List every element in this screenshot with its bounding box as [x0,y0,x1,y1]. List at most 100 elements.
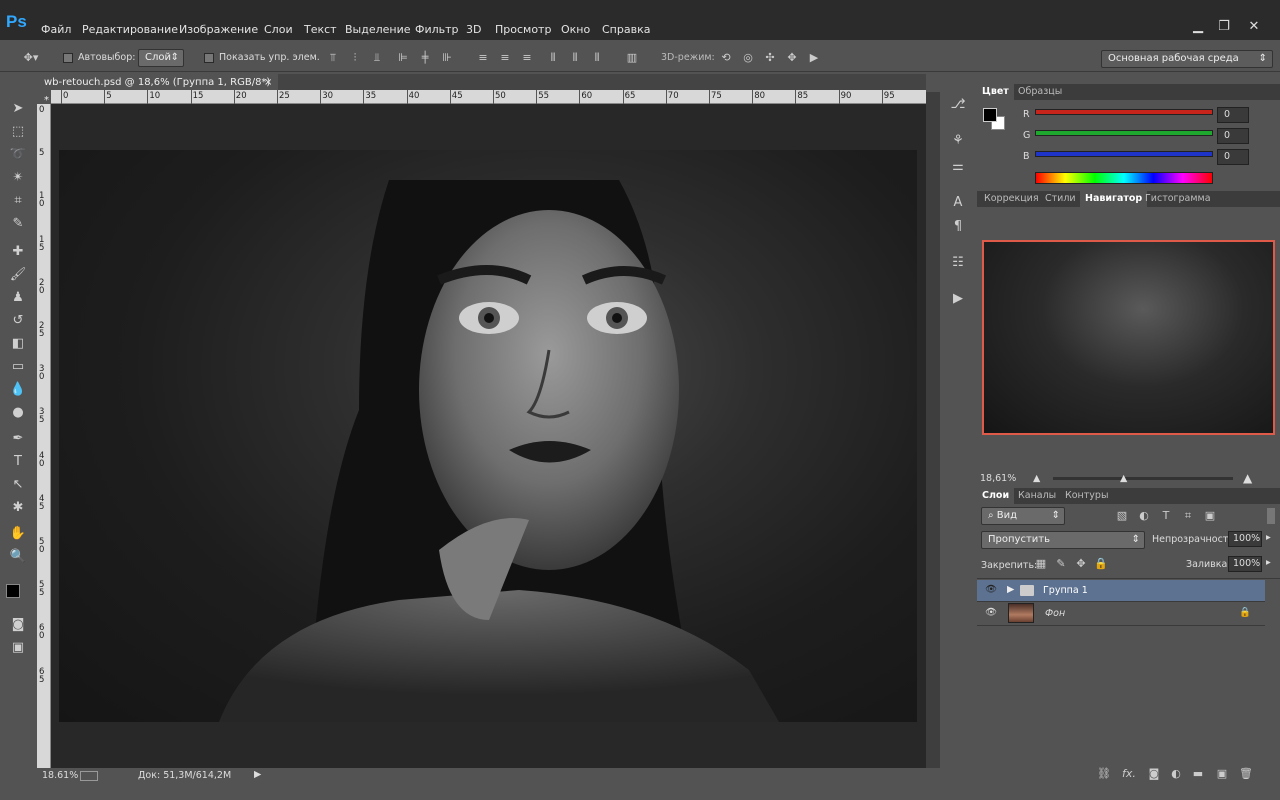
distribute-left-icon[interactable]: ⦀ [546,50,560,66]
menu-image[interactable]: Изображение [179,23,258,36]
tab-adjustments[interactable]: Коррекция [979,191,1044,207]
layer-row-group1[interactable]: 👁 ▶ Группа 1 [977,580,1265,602]
tab-color[interactable]: Цвет [977,84,1014,100]
3d-slide-icon[interactable]: ✥ [784,50,800,66]
filter-adjustment-icon[interactable]: ◐ [1137,508,1151,524]
opacity-slider-arrow-icon[interactable]: ▸ [1266,532,1271,543]
marquee-tool-icon[interactable]: ⬚ [9,123,27,141]
opacity-input[interactable]: 100% [1228,531,1262,547]
status-preview-icon[interactable] [80,771,98,781]
align-bottom-icon[interactable]: ⫫ [370,50,384,66]
character-panel-icon[interactable]: A [949,194,967,212]
menu-window[interactable]: Окно [561,23,590,36]
autoselect-checkbox[interactable] [63,53,73,63]
align-hcenter-icon[interactable]: ╪ [418,50,432,66]
status-menu-arrow-icon[interactable]: ▶ [254,769,261,780]
fill-input[interactable]: 100% [1228,556,1262,572]
channel-g-slider[interactable] [1035,130,1213,136]
actions-panel-icon[interactable]: ▶ [949,290,967,308]
distribute-hcenter-icon[interactable]: ⦀ [568,50,582,66]
menu-3d[interactable]: 3D [466,23,481,36]
status-zoom[interactable]: 18.61% [42,770,78,781]
lock-pixels-icon[interactable]: ✎ [1054,556,1068,572]
history-panel-icon[interactable]: ⎇ [949,96,967,114]
menu-filter[interactable]: Фильтр [415,23,459,36]
blend-mode-select[interactable]: Пропустить ⇕ [981,531,1145,549]
gradient-tool-icon[interactable]: ▭ [9,358,27,376]
layer-filter-select[interactable]: ⌕ Вид ⇕ [981,507,1065,525]
lock-transparency-icon[interactable]: ▦ [1034,556,1048,572]
disclosure-arrow-icon[interactable]: ▶ [1007,584,1014,595]
layer-comps-icon[interactable]: ☷ [949,254,967,272]
filter-toggle[interactable] [1267,508,1275,524]
tab-swatches[interactable]: Образцы [1013,84,1067,100]
brush-presets-icon[interactable]: ⚘ [949,132,967,150]
filter-shape-icon[interactable]: ⌗ [1181,508,1195,524]
healing-tool-icon[interactable]: ✚ [9,243,27,261]
menu-help[interactable]: Справка [602,23,650,36]
fill-slider-arrow-icon[interactable]: ▸ [1266,557,1271,568]
visibility-eye-icon[interactable]: 👁 [985,607,997,618]
shape-tool-icon[interactable]: ✱ [9,499,27,517]
filter-pixel-icon[interactable]: ▧ [1115,508,1129,524]
stamp-tool-icon[interactable]: ♟ [9,289,27,307]
paragraph-panel-icon[interactable]: ¶ [949,218,967,236]
lock-all-icon[interactable]: 🔒 [1094,556,1108,572]
brush-tool-icon[interactable]: 🖌 [9,266,27,284]
distribute-top-icon[interactable]: ≡ [476,50,490,66]
menu-select[interactable]: Выделение [345,23,411,36]
canvas-vertical-scrollbar[interactable] [926,92,940,768]
pen-tool-icon[interactable]: ✒ [9,430,27,448]
3d-scale-icon[interactable]: ▶ [806,50,822,66]
tab-navigator[interactable]: Навигатор [1080,191,1148,207]
screen-mode-icon[interactable]: ▣ [9,639,27,657]
type-tool-icon[interactable]: T [9,453,27,471]
3d-roll-icon[interactable]: ◎ [740,50,756,66]
layer-style-button[interactable]: fx. [1121,766,1137,782]
channel-r-slider[interactable] [1035,109,1213,115]
menu-file[interactable]: Файл [41,23,71,36]
autoselect-target-select[interactable]: Слой ⇕ [138,49,184,67]
new-group-icon[interactable]: ▬ [1191,766,1205,782]
tab-histogram[interactable]: Гистограмма [1140,191,1216,207]
menu-layers[interactable]: Слои [264,23,293,36]
zoom-in-icon[interactable]: ▲ [1243,471,1252,485]
portrait-photo[interactable] [59,150,917,722]
menu-type[interactable]: Текст [304,23,337,36]
3d-rotate-icon[interactable]: ⟲ [718,50,734,66]
new-adjustment-icon[interactable]: ◐ [1169,766,1183,782]
distribute-bottom-icon[interactable]: ≡ [520,50,534,66]
menu-edit[interactable]: Редактирование [82,23,178,36]
magic-wand-tool-icon[interactable]: ✴ [9,169,27,187]
visibility-eye-icon[interactable]: 👁 [985,584,997,595]
layer-row-background[interactable]: 👁 Фон 🔒 [977,602,1265,626]
move-tool-icon[interactable]: ➤ [9,100,27,118]
tab-paths[interactable]: Контуры [1060,488,1113,504]
filter-type-icon[interactable]: T [1159,508,1173,524]
blur-tool-icon[interactable]: 💧 [9,381,27,399]
zoom-slider-thumb-icon[interactable]: ▲ [1120,473,1127,484]
channel-g-input[interactable]: 0 [1217,128,1249,144]
link-layers-icon[interactable]: ⛓ [1097,766,1111,782]
minimize-button[interactable]: ▁ [1187,19,1209,35]
zoom-out-icon[interactable]: ▲ [1033,473,1040,484]
navigator-zoom-slider[interactable] [1053,477,1233,480]
navigator-preview[interactable] [982,240,1275,435]
lock-position-icon[interactable]: ✥ [1074,556,1088,572]
align-vcenter-icon[interactable]: ⫶ [348,50,362,66]
distribute-vcenter-icon[interactable]: ≡ [498,50,512,66]
eyedropper-tool-icon[interactable]: ✎ [9,215,27,233]
lasso-tool-icon[interactable]: ➰ [9,146,27,164]
3d-pan-icon[interactable]: ✣ [762,50,778,66]
dodge-tool-icon[interactable]: ● [9,404,27,422]
channel-b-input[interactable]: 0 [1217,149,1249,165]
canvas-area[interactable] [51,104,926,768]
path-select-tool-icon[interactable]: ↖ [9,476,27,494]
tab-channels[interactable]: Каналы [1013,488,1061,504]
history-brush-tool-icon[interactable]: ↺ [9,312,27,330]
close-window-button[interactable]: ✕ [1243,19,1265,35]
properties-panel-icon[interactable]: ⚌ [949,158,967,176]
crop-tool-icon[interactable]: ⌗ [9,192,27,210]
tab-layers[interactable]: Слои [977,488,1015,504]
channel-b-slider[interactable] [1035,151,1213,157]
